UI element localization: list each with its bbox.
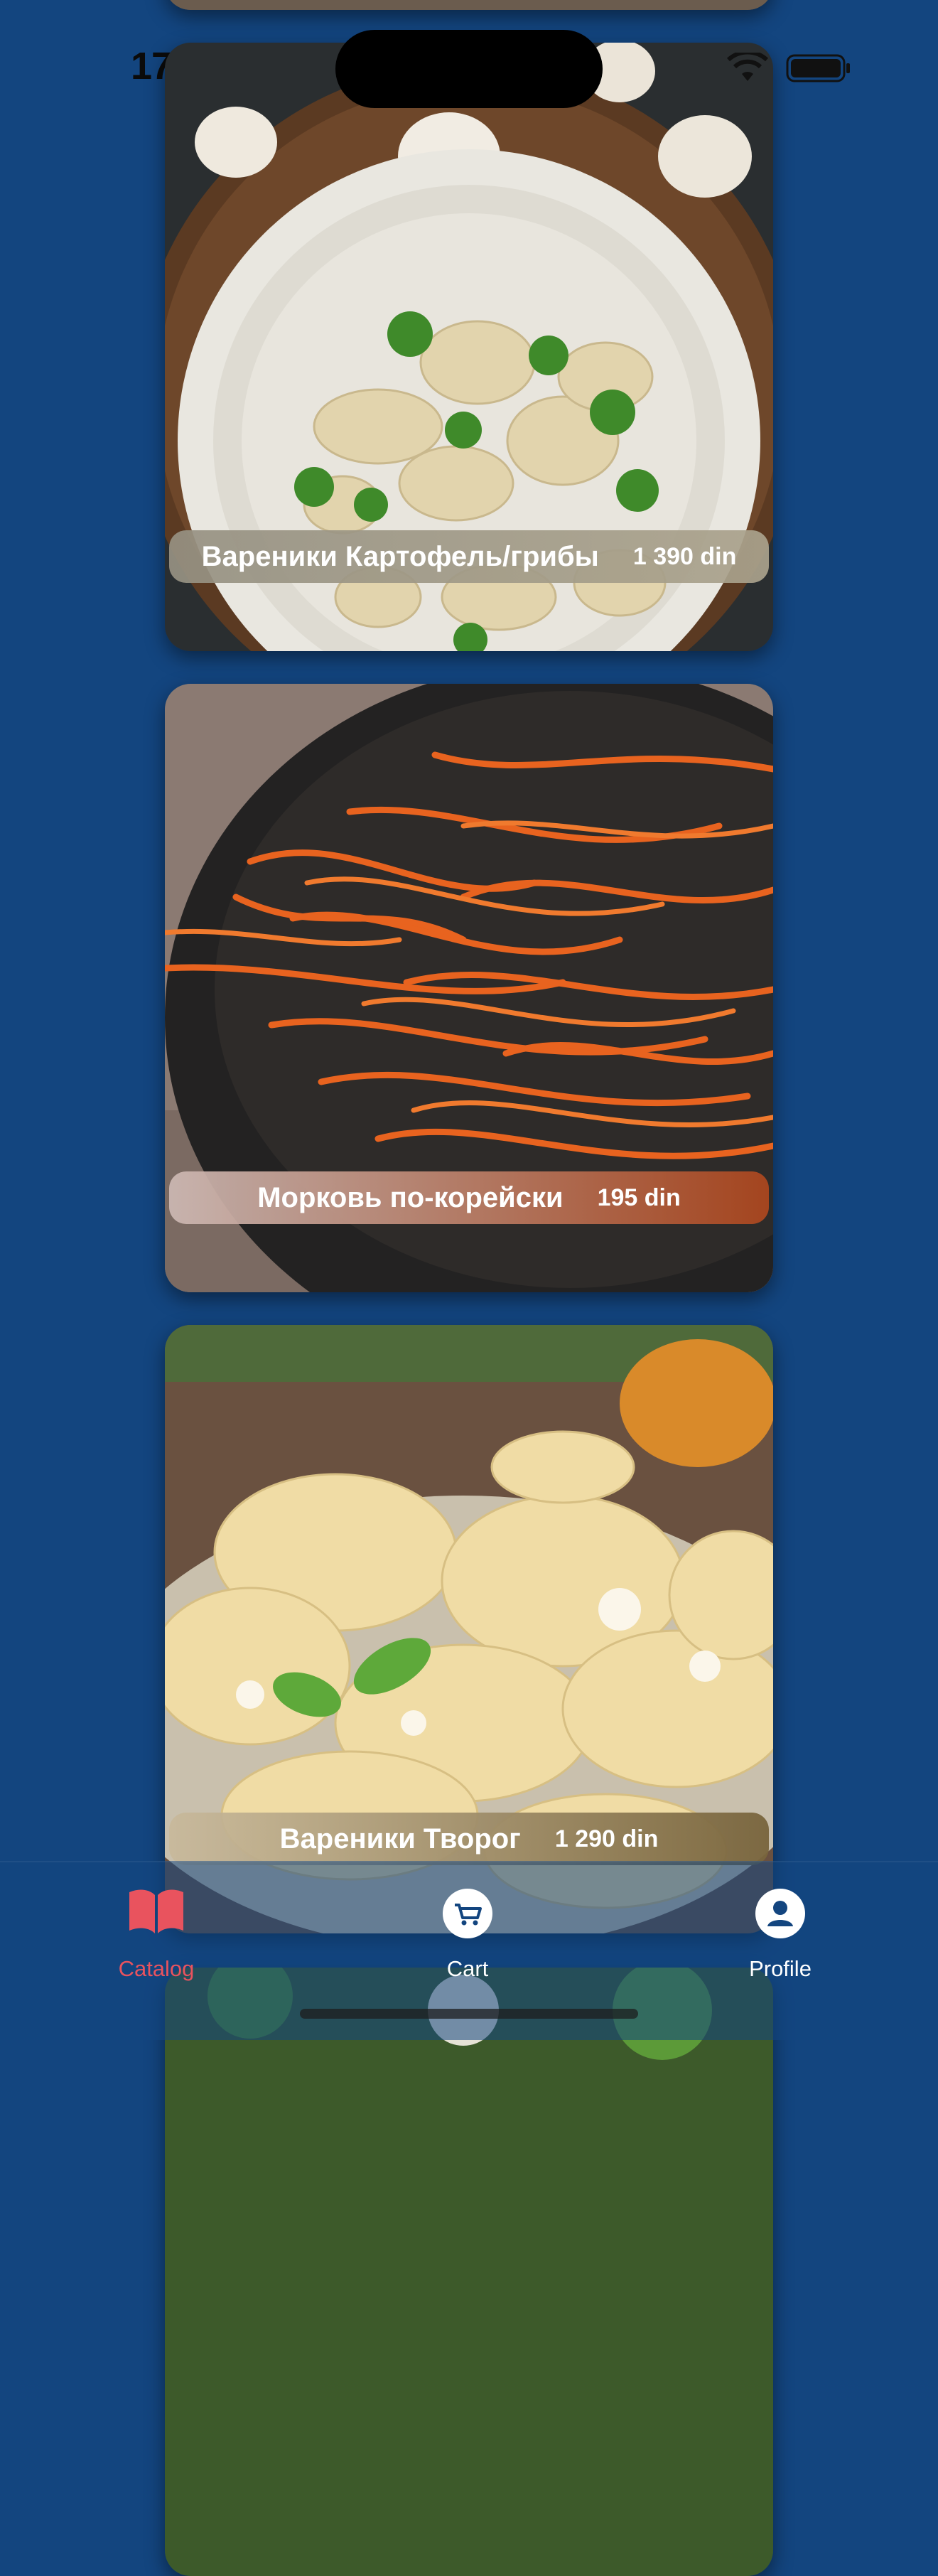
tab-label: Profile <box>749 1956 812 1981</box>
tab-label: Cart <box>446 1956 489 1981</box>
tab-label: Catalog <box>118 1956 195 1981</box>
product-name: Вареники Творог <box>279 1823 521 1855</box>
product-label: Морковь по-корейски 195 din <box>169 1171 769 1224</box>
tab-catalog[interactable]: Catalog <box>71 1877 242 1990</box>
person-icon <box>755 1889 805 1938</box>
home-indicator <box>300 2009 638 2019</box>
product-price: 195 din <box>597 1184 681 1211</box>
product-card-partial-bottom[interactable] <box>165 1968 773 2576</box>
cart-icon <box>443 1889 492 1938</box>
product-label: Вареники Творог 1 290 din <box>169 1813 769 1865</box>
dynamic-island <box>335 30 603 108</box>
product-card[interactable]: Вареники Творог 1 290 din <box>165 1325 773 1933</box>
product-image <box>165 0 773 10</box>
book-icon <box>129 1889 183 1933</box>
product-price: 1 290 din <box>554 1825 659 1852</box>
tab-profile[interactable]: Profile <box>695 1877 866 1990</box>
product-card[interactable]: Морковь по-корейски 195 din <box>165 684 773 1292</box>
product-image <box>165 1968 773 2576</box>
battery-icon <box>786 54 850 82</box>
product-card[interactable]: Вареники Картофель/грибы 1 390 din <box>165 43 773 651</box>
product-name: Вареники Картофель/грибы <box>201 540 599 572</box>
product-label: Вареники Картофель/грибы 1 390 din <box>169 530 769 583</box>
product-card-partial-top[interactable] <box>165 0 773 10</box>
wifi-icon <box>726 53 769 81</box>
tab-cart[interactable]: Cart <box>382 1877 553 1990</box>
product-price: 1 390 din <box>632 542 737 570</box>
product-name: Морковь по-корейски <box>257 1181 564 1213</box>
